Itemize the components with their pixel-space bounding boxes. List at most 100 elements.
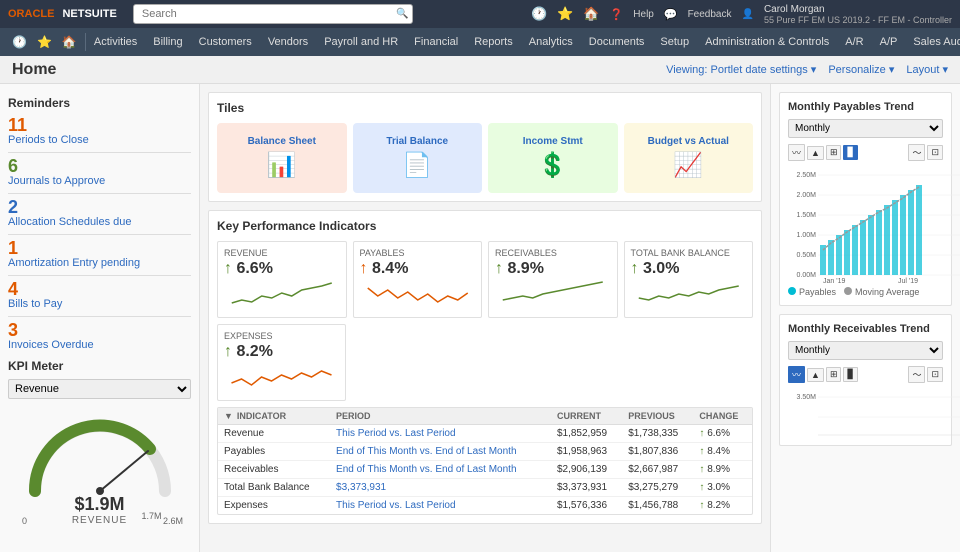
nav-admin[interactable]: Administration & Controls bbox=[697, 28, 837, 56]
filter-icon[interactable]: ▼ bbox=[224, 411, 233, 421]
nav-setup[interactable]: Setup bbox=[652, 28, 697, 56]
nav-financial[interactable]: Financial bbox=[406, 28, 466, 56]
rchart-tool-bar[interactable]: ▊ bbox=[843, 367, 858, 382]
kpi-section: Key Performance Indicators REVENUE ↑ 6.6… bbox=[208, 210, 762, 524]
nav-sales-audit[interactable]: Sales Audit bbox=[905, 28, 960, 56]
bank-arrow: ↑ bbox=[631, 260, 639, 277]
chart-tool-bar[interactable]: ▊ bbox=[843, 145, 858, 160]
tile-trial-balance[interactable]: Trial Balance 📄 bbox=[353, 123, 483, 193]
svg-text:2.50M: 2.50M bbox=[797, 172, 817, 179]
viewing-button[interactable]: Viewing: Portlet date settings ▾ bbox=[666, 63, 816, 76]
table-row: Payables End of This Month vs. End of La… bbox=[218, 443, 752, 461]
star-icon[interactable]: ⭐ bbox=[557, 6, 573, 22]
user-icon: 👤 bbox=[741, 9, 753, 20]
kpi-card-bank: TOTAL BANK BALANCE ↑ 3.0% bbox=[624, 241, 754, 318]
clock-icon[interactable]: 🕐 bbox=[531, 6, 547, 22]
rchart-tool-line[interactable]: 〰 bbox=[788, 366, 805, 383]
page-title: Home bbox=[12, 61, 56, 79]
bookmark-icon[interactable]: ⭐ bbox=[33, 33, 56, 51]
expenses-sparkline bbox=[224, 361, 339, 391]
chart-tool-line[interactable]: 〰 bbox=[788, 144, 805, 161]
reminder-number-allocation: 2 bbox=[8, 198, 191, 216]
home-icon[interactable]: 🏠 bbox=[583, 6, 599, 22]
rchart-tool-table[interactable]: ⊞ bbox=[826, 367, 842, 382]
nav-icon-group: 🕐 ⭐ 🏠 bbox=[4, 33, 86, 51]
kpi-table: ▼INDICATOR PERIOD CURRENT PREVIOUS CHANG… bbox=[218, 408, 752, 514]
row-period-expenses: This Period vs. Last Period bbox=[330, 497, 551, 515]
period-link-revenue[interactable]: This Period vs. Last Period bbox=[336, 428, 456, 439]
tile-budget-actual[interactable]: Budget vs Actual 📈 bbox=[624, 123, 754, 193]
chart-tool-area[interactable]: ▲ bbox=[807, 146, 824, 160]
nav-vendors[interactable]: Vendors bbox=[260, 28, 316, 56]
gauge-min: 0 bbox=[22, 516, 27, 526]
reminder-amort: 1 Amortization Entry pending bbox=[8, 239, 191, 269]
recent-icon[interactable]: 🕐 bbox=[8, 33, 31, 51]
reminder-label-invoices[interactable]: Invoices Overdue bbox=[8, 339, 191, 351]
kpi-card-expenses: EXPENSES ↑ 8.2% bbox=[217, 324, 346, 401]
reminder-label-bills[interactable]: Bills to Pay bbox=[8, 298, 191, 310]
payables-trend-section: Monthly Payables Trend Monthly Quarterly… bbox=[779, 92, 952, 306]
personalize-button[interactable]: Personalize ▾ bbox=[828, 63, 894, 76]
nav-analytics[interactable]: Analytics bbox=[521, 28, 581, 56]
search-bar[interactable]: 🔍 bbox=[133, 4, 413, 24]
search-input[interactable] bbox=[133, 4, 413, 24]
reminder-number-periods: 11 bbox=[8, 116, 191, 134]
row-previous-expenses: $1,456,788 bbox=[622, 497, 693, 515]
reminder-allocation: 2 Allocation Schedules due bbox=[8, 198, 191, 228]
nav-reports[interactable]: Reports bbox=[466, 28, 521, 56]
row-current-expenses: $1,576,336 bbox=[551, 497, 622, 515]
tile-income-stmt[interactable]: Income Stmt 💲 bbox=[488, 123, 618, 193]
kpi-meter-select[interactable]: Revenue Payables Receivables bbox=[8, 379, 191, 399]
row-indicator-revenue: Revenue bbox=[218, 425, 330, 443]
payables-arrow: ↑ bbox=[360, 260, 368, 277]
layout-button[interactable]: Layout ▾ bbox=[906, 63, 948, 76]
kpi-card-receivables: RECEIVABLES ↑ 8.9% bbox=[488, 241, 618, 318]
page-title-bar: Home Viewing: Portlet date settings ▾ Pe… bbox=[0, 56, 960, 84]
nav-ar[interactable]: A/R bbox=[837, 28, 871, 56]
feedback-icon[interactable]: 💬 bbox=[664, 8, 678, 21]
tile-icon-balance: 📊 bbox=[267, 151, 297, 180]
reminder-label-amort[interactable]: Amortization Entry pending bbox=[8, 257, 191, 269]
reminder-label-periods[interactable]: Periods to Close bbox=[8, 134, 191, 146]
nav-billing[interactable]: Billing bbox=[145, 28, 190, 56]
expenses-arrow: ↑ bbox=[224, 343, 232, 360]
nav-ap[interactable]: A/P bbox=[872, 28, 906, 56]
table-row: Expenses This Period vs. Last Period $1,… bbox=[218, 497, 752, 515]
nav-payroll[interactable]: Payroll and HR bbox=[316, 28, 406, 56]
nav-activities[interactable]: Activities bbox=[86, 28, 145, 56]
payables-trend-select[interactable]: Monthly Quarterly Yearly bbox=[788, 119, 943, 138]
period-link-receivables[interactable]: End of This Month vs. End of Last Month bbox=[336, 464, 516, 475]
row-change-revenue: ↑ 6.6% bbox=[693, 425, 752, 443]
help-icon[interactable]: ❓ bbox=[610, 8, 624, 21]
period-link-expenses[interactable]: This Period vs. Last Period bbox=[336, 500, 456, 511]
receivables-trend-select[interactable]: Monthly Quarterly Yearly bbox=[788, 341, 943, 360]
receivables-chart: 3.50M bbox=[788, 387, 960, 437]
chart-tool-wave[interactable]: 〜 bbox=[908, 144, 925, 161]
nav-bar: 🕐 ⭐ 🏠 Activities Billing Customers Vendo… bbox=[0, 28, 960, 56]
change-arrow-payables: ↑ bbox=[699, 446, 704, 457]
row-period-payables: End of This Month vs. End of Last Month bbox=[330, 443, 551, 461]
chart-tool-table[interactable]: ⊞ bbox=[826, 145, 842, 160]
row-current-revenue: $1,852,959 bbox=[551, 425, 622, 443]
reminder-label-allocation[interactable]: Allocation Schedules due bbox=[8, 216, 191, 228]
table-row: Receivables End of This Month vs. End of… bbox=[218, 461, 752, 479]
netsuite-logo: NETSUITE bbox=[62, 8, 116, 20]
nav-customers[interactable]: Customers bbox=[191, 28, 260, 56]
tiles-grid: Balance Sheet 📊 Trial Balance 📄 Income S… bbox=[217, 123, 753, 193]
period-link-bank[interactable]: $3,373,931 bbox=[336, 482, 386, 493]
home-nav-icon[interactable]: 🏠 bbox=[58, 33, 81, 51]
rchart-tool-alt[interactable]: ⊡ bbox=[927, 367, 943, 382]
chart-tool-alt[interactable]: ⊡ bbox=[927, 145, 943, 160]
period-link-payables[interactable]: End of This Month vs. End of Last Month bbox=[336, 446, 516, 457]
right-sidebar: Monthly Payables Trend Monthly Quarterly… bbox=[770, 84, 960, 552]
row-current-receivables: $2,906,139 bbox=[551, 461, 622, 479]
rchart-tool-area[interactable]: ▲ bbox=[807, 368, 824, 382]
reminder-label-journals[interactable]: Journals to Approve bbox=[8, 175, 191, 187]
svg-text:0.50M: 0.50M bbox=[797, 252, 817, 259]
gauge-mid: 1.7M bbox=[141, 511, 161, 521]
change-arrow-bank: ↑ bbox=[699, 482, 704, 493]
rchart-tool-wave[interactable]: 〜 bbox=[908, 366, 925, 383]
nav-documents[interactable]: Documents bbox=[581, 28, 653, 56]
svg-text:Jan '19: Jan '19 bbox=[823, 278, 845, 285]
tile-balance-sheet[interactable]: Balance Sheet 📊 bbox=[217, 123, 347, 193]
